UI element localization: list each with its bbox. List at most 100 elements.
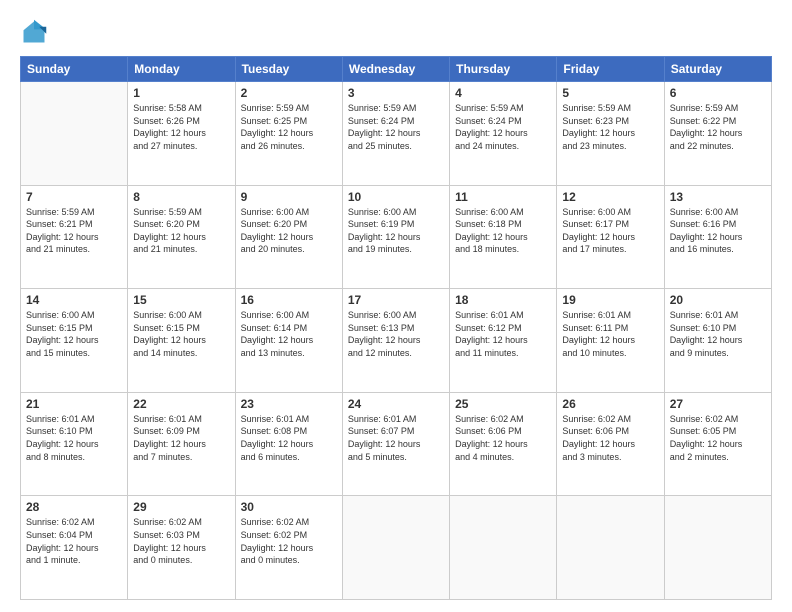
calendar-cell: 21 Sunrise: 6:01 AM Sunset: 6:10 PM Dayli… (21, 392, 128, 496)
calendar-weekday-friday: Friday (557, 57, 664, 82)
calendar-cell: 5 Sunrise: 5:59 AM Sunset: 6:23 PM Daylig… (557, 82, 664, 186)
day-info: Sunrise: 6:01 AM Sunset: 6:11 PM Dayligh… (562, 309, 658, 359)
day-info: Sunrise: 6:02 AM Sunset: 6:04 PM Dayligh… (26, 516, 122, 566)
day-info: Sunrise: 6:01 AM Sunset: 6:07 PM Dayligh… (348, 413, 444, 463)
day-number: 9 (241, 190, 337, 204)
day-number: 7 (26, 190, 122, 204)
calendar-weekday-monday: Monday (128, 57, 235, 82)
calendar-cell: 15 Sunrise: 6:00 AM Sunset: 6:15 PM Dayli… (128, 289, 235, 393)
calendar-cell (21, 82, 128, 186)
calendar-cell (450, 496, 557, 600)
calendar-cell (557, 496, 664, 600)
calendar-cell: 7Sunrise: 5:59 AM Sunset: 6:21 PM Daylig… (21, 185, 128, 289)
calendar-cell (342, 496, 449, 600)
day-number: 2 (241, 86, 337, 100)
day-info: Sunrise: 6:02 AM Sunset: 6:03 PM Dayligh… (133, 516, 229, 566)
day-info: Sunrise: 6:01 AM Sunset: 6:10 PM Dayligh… (26, 413, 122, 463)
day-number: 16 (241, 293, 337, 307)
day-number: 6 (670, 86, 766, 100)
day-number: 29 (133, 500, 229, 514)
day-info: Sunrise: 6:01 AM Sunset: 6:10 PM Dayligh… (670, 309, 766, 359)
calendar-cell: 16 Sunrise: 6:00 AM Sunset: 6:14 PM Dayli… (235, 289, 342, 393)
calendar-week-row-4: 28 Sunrise: 6:02 AM Sunset: 6:04 PM Dayli… (21, 496, 772, 600)
calendar-weekday-wednesday: Wednesday (342, 57, 449, 82)
calendar-cell: 8Sunrise: 5:59 AM Sunset: 6:20 PM Daylig… (128, 185, 235, 289)
day-number: 4 (455, 86, 551, 100)
calendar-cell: 13 Sunrise: 6:00 AM Sunset: 6:16 PM Dayli… (664, 185, 771, 289)
calendar-week-row-2: 14 Sunrise: 6:00 AM Sunset: 6:15 PM Dayli… (21, 289, 772, 393)
day-number: 19 (562, 293, 658, 307)
day-info: Sunrise: 5:59 AM Sunset: 6:24 PM Dayligh… (348, 102, 444, 152)
day-number: 23 (241, 397, 337, 411)
day-info: Sunrise: 6:02 AM Sunset: 6:05 PM Dayligh… (670, 413, 766, 463)
day-info: Sunrise: 6:01 AM Sunset: 6:08 PM Dayligh… (241, 413, 337, 463)
day-info: Sunrise: 6:02 AM Sunset: 6:06 PM Dayligh… (455, 413, 551, 463)
calendar-weekday-saturday: Saturday (664, 57, 771, 82)
calendar-header-row: SundayMondayTuesdayWednesdayThursdayFrid… (21, 57, 772, 82)
calendar-cell: 11 Sunrise: 6:00 AM Sunset: 6:18 PM Dayli… (450, 185, 557, 289)
calendar-cell: 23 Sunrise: 6:01 AM Sunset: 6:08 PM Dayli… (235, 392, 342, 496)
logo-icon (20, 18, 48, 46)
day-number: 8 (133, 190, 229, 204)
calendar-cell: 10 Sunrise: 6:00 AM Sunset: 6:19 PM Dayli… (342, 185, 449, 289)
day-info: Sunrise: 5:59 AM Sunset: 6:24 PM Dayligh… (455, 102, 551, 152)
calendar-cell: 29 Sunrise: 6:02 AM Sunset: 6:03 PM Dayli… (128, 496, 235, 600)
day-info: Sunrise: 6:00 AM Sunset: 6:14 PM Dayligh… (241, 309, 337, 359)
day-info: Sunrise: 5:59 AM Sunset: 6:25 PM Dayligh… (241, 102, 337, 152)
day-number: 27 (670, 397, 766, 411)
day-info: Sunrise: 6:01 AM Sunset: 6:12 PM Dayligh… (455, 309, 551, 359)
calendar-cell: 12 Sunrise: 6:00 AM Sunset: 6:17 PM Dayli… (557, 185, 664, 289)
day-number: 17 (348, 293, 444, 307)
calendar-cell: 20Sunrise: 6:01 AM Sunset: 6:10 PM Dayli… (664, 289, 771, 393)
calendar-cell: 9 Sunrise: 6:00 AM Sunset: 6:20 PM Daylig… (235, 185, 342, 289)
day-number: 12 (562, 190, 658, 204)
day-info: Sunrise: 6:00 AM Sunset: 6:16 PM Dayligh… (670, 206, 766, 256)
calendar-cell: 30 Sunrise: 6:02 AM Sunset: 6:02 PM Dayli… (235, 496, 342, 600)
header (20, 18, 772, 46)
day-number: 26 (562, 397, 658, 411)
day-info: Sunrise: 6:00 AM Sunset: 6:19 PM Dayligh… (348, 206, 444, 256)
day-info: Sunrise: 6:00 AM Sunset: 6:15 PM Dayligh… (26, 309, 122, 359)
day-info: Sunrise: 5:59 AM Sunset: 6:23 PM Dayligh… (562, 102, 658, 152)
calendar-cell: 26Sunrise: 6:02 AM Sunset: 6:06 PM Dayli… (557, 392, 664, 496)
day-info: Sunrise: 6:00 AM Sunset: 6:13 PM Dayligh… (348, 309, 444, 359)
day-number: 14 (26, 293, 122, 307)
calendar-cell: 2 Sunrise: 5:59 AM Sunset: 6:25 PM Daylig… (235, 82, 342, 186)
calendar-week-row-3: 21 Sunrise: 6:01 AM Sunset: 6:10 PM Dayli… (21, 392, 772, 496)
calendar-cell: 18 Sunrise: 6:01 AM Sunset: 6:12 PM Dayli… (450, 289, 557, 393)
calendar-cell: 25 Sunrise: 6:02 AM Sunset: 6:06 PM Dayli… (450, 392, 557, 496)
calendar-cell: 27 Sunrise: 6:02 AM Sunset: 6:05 PM Dayli… (664, 392, 771, 496)
calendar-cell: 14 Sunrise: 6:00 AM Sunset: 6:15 PM Dayli… (21, 289, 128, 393)
day-number: 22 (133, 397, 229, 411)
day-info: Sunrise: 6:00 AM Sunset: 6:17 PM Dayligh… (562, 206, 658, 256)
day-info: Sunrise: 6:00 AM Sunset: 6:18 PM Dayligh… (455, 206, 551, 256)
calendar-cell: 17 Sunrise: 6:00 AM Sunset: 6:13 PM Dayli… (342, 289, 449, 393)
day-info: Sunrise: 6:02 AM Sunset: 6:02 PM Dayligh… (241, 516, 337, 566)
calendar-cell: 24Sunrise: 6:01 AM Sunset: 6:07 PM Dayli… (342, 392, 449, 496)
logo (20, 18, 52, 46)
day-info: Sunrise: 5:58 AM Sunset: 6:26 PM Dayligh… (133, 102, 229, 152)
day-number: 10 (348, 190, 444, 204)
day-number: 25 (455, 397, 551, 411)
day-number: 13 (670, 190, 766, 204)
calendar-cell: 6 Sunrise: 5:59 AM Sunset: 6:22 PM Daylig… (664, 82, 771, 186)
day-number: 30 (241, 500, 337, 514)
day-number: 18 (455, 293, 551, 307)
calendar-week-row-1: 7Sunrise: 5:59 AM Sunset: 6:21 PM Daylig… (21, 185, 772, 289)
day-info: Sunrise: 6:01 AM Sunset: 6:09 PM Dayligh… (133, 413, 229, 463)
calendar-cell: 1Sunrise: 5:58 AM Sunset: 6:26 PM Daylig… (128, 82, 235, 186)
day-info: Sunrise: 6:00 AM Sunset: 6:15 PM Dayligh… (133, 309, 229, 359)
calendar-table: SundayMondayTuesdayWednesdayThursdayFrid… (20, 56, 772, 600)
day-number: 5 (562, 86, 658, 100)
day-number: 15 (133, 293, 229, 307)
day-number: 11 (455, 190, 551, 204)
calendar-weekday-sunday: Sunday (21, 57, 128, 82)
day-number: 28 (26, 500, 122, 514)
calendar-cell (664, 496, 771, 600)
page: SundayMondayTuesdayWednesdayThursdayFrid… (0, 0, 792, 612)
day-info: Sunrise: 6:00 AM Sunset: 6:20 PM Dayligh… (241, 206, 337, 256)
calendar-cell: 19 Sunrise: 6:01 AM Sunset: 6:11 PM Dayli… (557, 289, 664, 393)
calendar-weekday-thursday: Thursday (450, 57, 557, 82)
day-number: 21 (26, 397, 122, 411)
day-info: Sunrise: 5:59 AM Sunset: 6:22 PM Dayligh… (670, 102, 766, 152)
